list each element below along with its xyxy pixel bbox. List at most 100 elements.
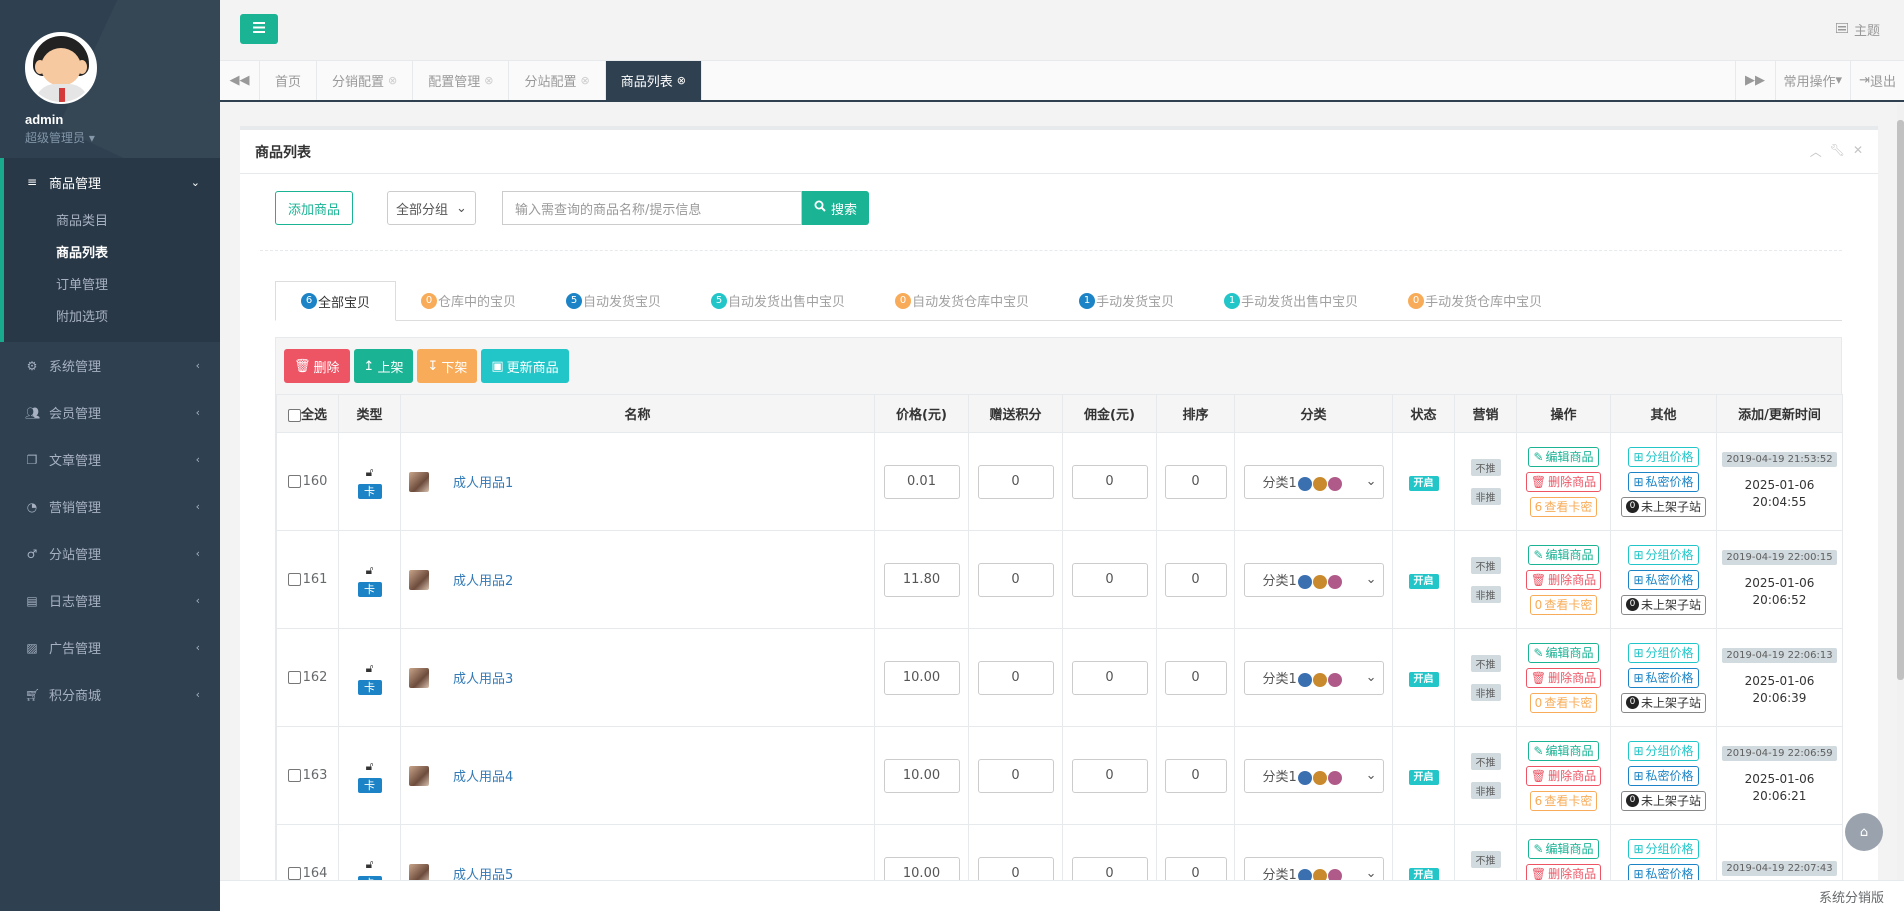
sidebar-menu-toggle[interactable]: ≡ 商品管理 ⌄ — [4, 158, 220, 206]
back-to-top-button[interactable]: ⌂ — [1845, 813, 1883, 851]
delete-product-button[interactable]: 🗑︎ 删除商品 — [1525, 765, 1602, 786]
unshelve-button[interactable]: ↧ 下架 — [417, 349, 478, 383]
sort-input[interactable]: 0 — [1164, 660, 1227, 695]
close-circle-icon[interactable]: ⊗ — [677, 74, 686, 87]
points-input[interactable]: 0 — [977, 660, 1054, 695]
row-checkbox[interactable] — [287, 573, 301, 586]
not-listed-substations-button[interactable]: 0 未上架子站 — [1620, 692, 1706, 713]
view-keys-button[interactable]: 6 查看卡密 — [1529, 496, 1598, 517]
sidebar-menu-toggle[interactable]: ▤ 日志管理 ‹ — [0, 577, 220, 624]
update-products-button[interactable]: ▣ 更新商品 — [481, 349, 569, 383]
user-role-dropdown[interactable]: 超级管理员 ▾ — [25, 129, 220, 146]
sidebar-menu-toggle[interactable]: ▨ 广告管理 ‹ — [0, 624, 220, 671]
wrench-icon[interactable]: 🔧︎ — [1830, 143, 1845, 160]
filter-tab[interactable]: 5 自动发货宝贝 — [541, 281, 686, 320]
marketing-tag[interactable]: 不推 — [1470, 752, 1501, 770]
category-select[interactable]: 分类1 ⌄ — [1243, 758, 1384, 793]
delete-product-button[interactable]: 🗑︎ 删除商品 — [1525, 667, 1602, 688]
price-input[interactable]: 10.00 — [883, 758, 960, 793]
sort-input[interactable]: 0 — [1164, 464, 1227, 499]
group-price-button[interactable]: ⊞ 分组价格 — [1628, 544, 1699, 565]
product-name-link[interactable]: 成人用品1 — [453, 472, 513, 491]
product-thumbnail[interactable] — [409, 667, 429, 688]
sidebar-menu-toggle[interactable]: ⚙ 系统管理 ‹ — [0, 342, 220, 389]
sidebar-subitem[interactable]: 附加选项 — [4, 302, 220, 334]
edit-product-button[interactable]: ✎ 编辑商品 — [1528, 544, 1599, 565]
view-keys-button[interactable]: 0 查看卡密 — [1529, 692, 1598, 713]
status-toggle[interactable]: 开启 — [1408, 769, 1439, 785]
marketing-tag[interactable]: 不推 — [1470, 556, 1501, 574]
private-price-button[interactable]: ⊞ 私密价格 — [1628, 667, 1699, 688]
marketing-tag[interactable]: 不推 — [1470, 850, 1501, 868]
sort-input[interactable]: 0 — [1164, 758, 1227, 793]
delete-button[interactable]: 🗑︎ 删除 — [284, 349, 350, 383]
close-circle-icon[interactable]: ⊗ — [484, 74, 493, 87]
product-thumbnail[interactable] — [409, 569, 429, 590]
private-price-button[interactable]: ⊞ 私密价格 — [1628, 471, 1699, 492]
sidebar-menu-toggle[interactable]: ◔ 营销管理 ‹ — [0, 483, 220, 530]
marketing-tag[interactable]: 非推 — [1470, 683, 1501, 701]
marketing-tag[interactable]: 非推 — [1470, 585, 1501, 603]
view-keys-button[interactable]: 0 查看卡密 — [1529, 594, 1598, 615]
tab[interactable]: 配置管理 ⊗ — [413, 61, 510, 100]
unlock-icon[interactable]: 🔓︎ — [366, 661, 374, 676]
theme-button[interactable]: 主题 — [1835, 20, 1880, 39]
common-ops-dropdown[interactable]: 常用操作 ▾ — [1774, 61, 1851, 100]
product-thumbnail[interactable] — [409, 471, 429, 492]
unlock-icon[interactable]: 🔓︎ — [366, 563, 374, 578]
private-price-button[interactable]: ⊞ 私密价格 — [1628, 863, 1699, 880]
close-circle-icon[interactable]: ⊗ — [581, 74, 590, 87]
not-listed-substations-button[interactable]: 0 未上架子站 — [1620, 594, 1706, 615]
edit-product-button[interactable]: ✎ 编辑商品 — [1528, 446, 1599, 467]
private-price-button[interactable]: ⊞ 私密价格 — [1628, 569, 1699, 590]
group-price-button[interactable]: ⊞ 分组价格 — [1628, 446, 1699, 467]
edit-product-button[interactable]: ✎ 编辑商品 — [1528, 642, 1599, 663]
price-input[interactable]: 11.80 — [883, 562, 960, 597]
product-name-link[interactable]: 成人用品5 — [453, 864, 513, 880]
category-select[interactable]: 分类1 ⌄ — [1243, 562, 1384, 597]
select-all-checkbox[interactable] — [287, 409, 301, 422]
product-thumbnail[interactable] — [409, 863, 429, 880]
not-listed-substations-button[interactable]: 0 未上架子站 — [1620, 496, 1706, 517]
marketing-tag[interactable]: 不推 — [1470, 654, 1501, 672]
sidebar-subitem[interactable]: 订单管理 — [4, 270, 220, 302]
status-toggle[interactable]: 开启 — [1408, 573, 1439, 589]
search-input[interactable]: 输入需查询的商品名称/提示信息 — [501, 191, 802, 225]
content-scrollbar[interactable] — [1897, 104, 1904, 880]
marketing-tag[interactable]: 非推 — [1470, 781, 1501, 799]
points-input[interactable]: 0 — [977, 856, 1054, 880]
price-input[interactable]: 0.01 — [883, 464, 960, 499]
product-name-link[interactable]: 成人用品3 — [453, 668, 513, 687]
view-keys-button[interactable]: 6 查看卡密 — [1529, 790, 1598, 811]
tab[interactable]: 商品列表 ⊗ — [605, 61, 702, 100]
points-input[interactable]: 0 — [977, 464, 1054, 499]
price-input[interactable]: 10.00 — [883, 856, 960, 880]
commission-input[interactable]: 0 — [1071, 660, 1148, 695]
search-button[interactable]: 搜索 — [801, 191, 869, 225]
group-price-button[interactable]: ⊞ 分组价格 — [1628, 642, 1699, 663]
points-input[interactable]: 0 — [977, 758, 1054, 793]
scrollbar-thumb[interactable] — [1897, 120, 1904, 680]
price-input[interactable]: 10.00 — [883, 660, 960, 695]
commission-input[interactable]: 0 — [1071, 464, 1148, 499]
edit-product-button[interactable]: ✎ 编辑商品 — [1528, 838, 1599, 859]
sidebar-menu-toggle[interactable]: ❐ 文章管理 ‹ — [0, 436, 220, 483]
filter-tab[interactable]: 0 手动发货仓库中宝贝 — [1383, 281, 1567, 320]
column-header[interactable]: 全选 — [276, 394, 339, 433]
filter-tab[interactable]: 6 全部宝贝 — [275, 281, 397, 321]
menu-toggle-button[interactable] — [240, 14, 278, 44]
delete-product-button[interactable]: 🗑︎ 删除商品 — [1525, 863, 1602, 880]
private-price-button[interactable]: ⊞ 私密价格 — [1628, 765, 1699, 786]
filter-tab[interactable]: 0 仓库中的宝贝 — [396, 281, 541, 320]
not-listed-substations-button[interactable]: 0 未上架子站 — [1620, 790, 1706, 811]
sort-input[interactable]: 0 — [1164, 856, 1227, 880]
status-toggle[interactable]: 开启 — [1408, 671, 1439, 687]
filter-tab[interactable]: 5 自动发货出售中宝贝 — [686, 281, 870, 320]
sidebar-menu-toggle[interactable]: 👥︎ 会员管理 ‹ — [0, 389, 220, 436]
avatar[interactable] — [25, 32, 97, 104]
tabs-scroll-right-button[interactable]: ▶▶ — [1734, 61, 1775, 100]
delete-product-button[interactable]: 🗑︎ 删除商品 — [1525, 471, 1602, 492]
tab[interactable]: 分销配置 ⊗ — [317, 61, 414, 100]
delete-product-button[interactable]: 🗑︎ 删除商品 — [1525, 569, 1602, 590]
add-product-button[interactable]: 添加商品 — [275, 191, 354, 225]
